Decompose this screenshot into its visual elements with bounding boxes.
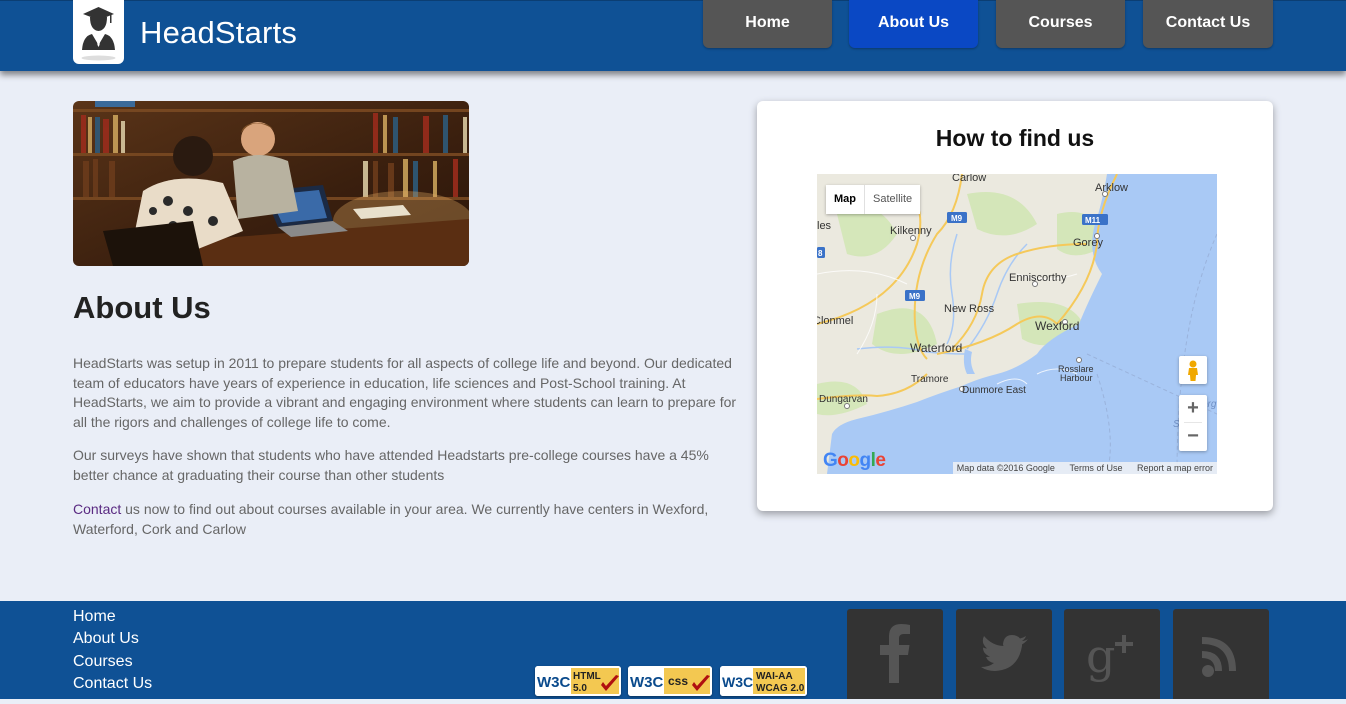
map-type-control[interactable]: Map Satellite [826, 185, 921, 214]
badge-html-version: 5.0 [573, 683, 587, 694]
place-gorey: Gorey [1073, 237, 1103, 249]
zoom-in-button[interactable]: + [1179, 395, 1207, 422]
footer-link-about-us[interactable]: About Us [73, 629, 139, 649]
place-harbour: Harbour [1060, 373, 1093, 383]
footer-link-courses[interactable]: Courses [73, 652, 133, 672]
place-arklow: Arklow [1095, 182, 1128, 194]
rss-button[interactable] [1173, 609, 1269, 699]
rss-icon [1202, 637, 1236, 677]
nav-courses[interactable]: Courses [996, 0, 1125, 48]
place-les: les [817, 220, 832, 232]
logo[interactable] [73, 0, 124, 64]
map-type-map[interactable]: Map [826, 185, 865, 214]
google-plus-icon: g [1086, 629, 1133, 683]
about-paragraph-3: Contact us now to find out about courses… [73, 500, 738, 539]
about-paragraph-3-text: us now to find out about courses availab… [73, 501, 709, 537]
w3c-logo: W3C [630, 674, 664, 691]
place-new-ross: New Ross [944, 303, 995, 315]
footer-link-home[interactable]: Home [73, 607, 116, 627]
about-paragraph-1: HeadStarts was setup in 2011 to prepare … [73, 355, 737, 430]
terms-of-use-link[interactable]: Terms of Use [1069, 463, 1122, 473]
place-enniscorthy: Enniscorthy [1009, 272, 1067, 284]
w3c-css-badge[interactable]: W3C css [628, 666, 712, 696]
page-title: About Us [73, 290, 211, 325]
google-map[interactable]: M9 M9 M11 8 Carlow Arklow les Kilkenny G… [817, 174, 1217, 474]
road-m11-label: M11 [1085, 216, 1101, 225]
road-m9-label-2: M9 [909, 292, 921, 301]
footer: Home About Us Courses Contact Us W3C HTM… [0, 601, 1346, 699]
zoom-out-button[interactable]: − [1179, 423, 1207, 450]
badge-wcag-text: WCAG 2.0 [756, 683, 805, 694]
nav-contact-us[interactable]: Contact Us [1143, 0, 1273, 48]
report-map-error-link[interactable]: Report a map error [1137, 463, 1213, 473]
contact-link[interactable]: Contact [73, 501, 121, 517]
brand-name[interactable]: HeadStarts [140, 15, 297, 51]
graduate-icon [81, 7, 116, 61]
facebook-icon [880, 624, 910, 683]
place-waterford: Waterford [910, 341, 962, 355]
map-data-credit: Map data ©2016 Google [956, 463, 1055, 473]
nav-home[interactable]: Home [703, 0, 832, 48]
library-photo [73, 101, 469, 266]
place-clonmel: Clonmel [817, 315, 853, 327]
place-tramore: Tramore [911, 374, 949, 385]
w3c-wcag-badge[interactable]: W3C WAI-AA WCAG 2.0 [720, 666, 807, 696]
about-paragraph-2: Our surveys have shown that students who… [73, 447, 709, 483]
svg-text:g: g [1086, 629, 1115, 683]
twitter-icon [981, 635, 1028, 671]
google-plus-button[interactable]: g [1064, 609, 1160, 699]
facebook-button[interactable] [847, 609, 943, 699]
place-kilkenny: Kilkenny [890, 225, 932, 237]
badge-css-text: css [668, 674, 688, 688]
twitter-button[interactable] [956, 609, 1052, 699]
w3c-logo: W3C [537, 674, 571, 691]
google-logo[interactable]: Google [823, 450, 886, 472]
footer-link-contact-us[interactable]: Contact Us [73, 674, 152, 694]
place-dunmore-east: Dunmore East [962, 385, 1026, 396]
map-type-satellite[interactable]: Satellite [865, 185, 920, 214]
road-m8-label: 8 [818, 249, 823, 258]
zoom-control: + − [1179, 395, 1207, 451]
place-wexford: Wexford [1035, 319, 1079, 333]
badge-html-text: HTML [573, 671, 601, 682]
w3c-logo: W3C [722, 674, 753, 690]
place-carlow: Carlow [952, 174, 986, 184]
place-dungarvan: Dungarvan [819, 394, 868, 405]
pegman-icon [1188, 360, 1198, 381]
nav-about-us[interactable]: About Us [849, 0, 978, 48]
map-tiles[interactable]: M9 M9 M11 8 Carlow Arklow les Kilkenny G… [817, 174, 1217, 474]
street-view-pegman[interactable] [1179, 356, 1207, 384]
find-us-title: How to find us [935, 125, 1095, 151]
find-us-card: How to find us M9 M9 M11 8 Carlow Arklow… [757, 101, 1273, 511]
badge-wai-text: WAI-AA [756, 671, 793, 682]
road-m9-label: M9 [951, 214, 963, 223]
map-attribution: Map data ©2016 Google Terms of Use Repor… [952, 462, 1217, 474]
w3c-html5-badge[interactable]: W3C HTML 5.0 [535, 666, 621, 696]
header-bar: HeadStarts Home About Us Courses Contact… [0, 0, 1346, 71]
